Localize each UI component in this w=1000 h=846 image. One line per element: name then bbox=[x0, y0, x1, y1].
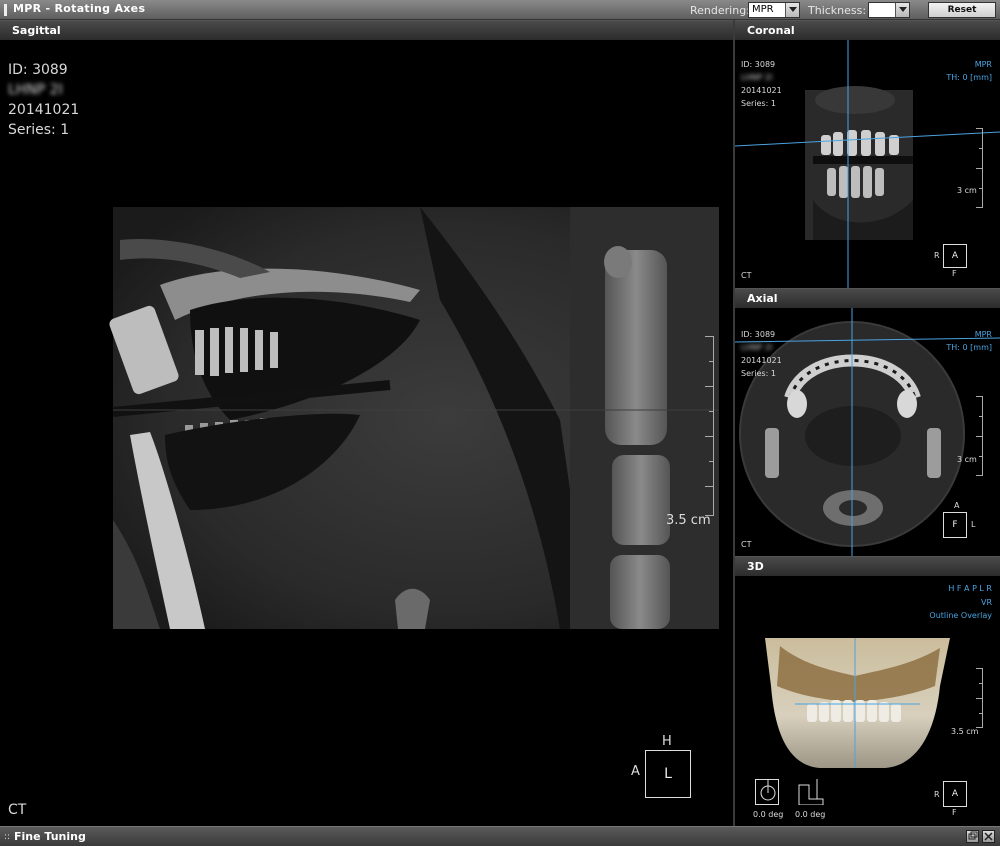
coronal-orientation-cube[interactable]: A bbox=[943, 244, 967, 268]
axial-series: Series: 1 bbox=[741, 369, 776, 378]
sagittal-study-date: 20141021 bbox=[8, 102, 80, 118]
rendering-select[interactable]: MPR bbox=[748, 2, 800, 18]
coronal-orient-bottom: F bbox=[952, 269, 957, 278]
title-bar: MPR - Rotating Axes Rendering: MPR Thick… bbox=[0, 0, 1000, 20]
coronal-study-date: 20141021 bbox=[741, 86, 782, 95]
coronal-series: Series: 1 bbox=[741, 99, 776, 108]
sagittal-modality: CT bbox=[8, 802, 27, 818]
3d-render-mode: VR bbox=[980, 598, 992, 607]
3d-orient-left: R bbox=[934, 790, 940, 799]
axial-orient-right: L bbox=[971, 520, 976, 529]
grip-icon bbox=[4, 4, 7, 16]
3d-overlay-info: Outline Overlay bbox=[929, 611, 992, 620]
coronal-viewport[interactable]: ID: 3089 LHNP 2I 20141021 Series: 1 MPR … bbox=[735, 40, 1000, 288]
coronal-scale-label: 3 cm bbox=[957, 186, 977, 195]
coronal-thickness-info: TH: 0 [mm] bbox=[946, 73, 992, 82]
sagittal-orient-left: A bbox=[631, 764, 640, 779]
3d-scale-ruler bbox=[975, 668, 983, 728]
axial-orient-top: A bbox=[954, 501, 960, 510]
sagittal-patient-name: LHNP 2I bbox=[8, 82, 63, 98]
axial-study-date: 20141021 bbox=[741, 356, 782, 365]
rotation-angle-1: 0.0 deg bbox=[753, 810, 784, 819]
axial-scale-ruler bbox=[975, 396, 983, 476]
3d-header: 3D bbox=[735, 556, 1000, 576]
chevron-down-icon[interactable] bbox=[785, 3, 799, 17]
restore-icon[interactable] bbox=[966, 830, 979, 843]
coronal-render-mode: MPR bbox=[974, 60, 992, 69]
axial-modality: CT bbox=[741, 540, 752, 549]
fine-tuning-bar[interactable]: :: Fine Tuning bbox=[0, 826, 1000, 846]
rotation-angle-2: 0.0 deg bbox=[795, 810, 826, 819]
fine-tuning-title: Fine Tuning bbox=[14, 830, 86, 843]
coronal-patient-id: ID: 3089 bbox=[741, 60, 776, 69]
sagittal-orient-top: H bbox=[662, 734, 672, 749]
3d-orientation-cube[interactable]: A bbox=[943, 781, 967, 807]
rendering-value: MPR bbox=[752, 4, 774, 15]
axial-thickness-info: TH: 0 [mm] bbox=[946, 343, 992, 352]
coronal-orient-left: R bbox=[934, 251, 940, 260]
3d-scale-label: 3.5 cm bbox=[951, 727, 979, 736]
rendering-label: Rendering: bbox=[690, 4, 750, 17]
sagittal-scale-label: 3.5 cm bbox=[666, 513, 711, 528]
axial-scale-label: 3 cm bbox=[957, 455, 977, 464]
sagittal-series: Series: 1 bbox=[8, 122, 70, 138]
axial-patient-name: LHNP 2I bbox=[741, 343, 773, 352]
sagittal-patient-id: ID: 3089 bbox=[8, 62, 68, 78]
axial-viewport[interactable]: ID: 3089 LHNP 2I 20141021 Series: 1 MPR … bbox=[735, 308, 1000, 556]
axial-render-mode: MPR bbox=[974, 330, 992, 339]
coronal-patient-name: LHNP 2I bbox=[741, 73, 773, 82]
rotation-wheel-icon[interactable] bbox=[755, 779, 779, 805]
thickness-label: Thickness: bbox=[808, 4, 867, 17]
chevron-down-icon[interactable] bbox=[895, 3, 909, 17]
coronal-modality: CT bbox=[741, 271, 752, 280]
grip-dots-icon: :: bbox=[4, 832, 11, 842]
sagittal-header: Sagittal bbox=[0, 20, 733, 40]
sagittal-ct-image bbox=[109, 207, 719, 629]
reset-button[interactable]: Reset bbox=[928, 2, 996, 18]
coronal-scale-ruler bbox=[975, 128, 983, 208]
3d-directions: H F A P L R bbox=[948, 584, 992, 593]
sagittal-scale-ruler bbox=[700, 336, 714, 516]
window-title: MPR - Rotating Axes bbox=[13, 2, 146, 15]
axial-header: Axial bbox=[735, 288, 1000, 308]
axial-orientation-cube[interactable]: F bbox=[943, 512, 967, 538]
sagittal-orientation-cube[interactable]: L bbox=[645, 750, 691, 798]
axial-patient-id: ID: 3089 bbox=[741, 330, 776, 339]
coronal-header: Coronal bbox=[735, 20, 1000, 40]
close-icon[interactable] bbox=[982, 830, 995, 843]
3d-viewport[interactable]: H F A P L R VR Outline Overlay 3.5 cm 0.… bbox=[735, 576, 1000, 826]
tilt-icon[interactable] bbox=[797, 779, 825, 805]
sagittal-viewport[interactable]: ID: 3089 LHNP 2I 20141021 Series: 1 3.5 … bbox=[0, 40, 733, 826]
thickness-select[interactable] bbox=[868, 2, 910, 18]
3d-orient-bottom: F bbox=[952, 808, 957, 817]
